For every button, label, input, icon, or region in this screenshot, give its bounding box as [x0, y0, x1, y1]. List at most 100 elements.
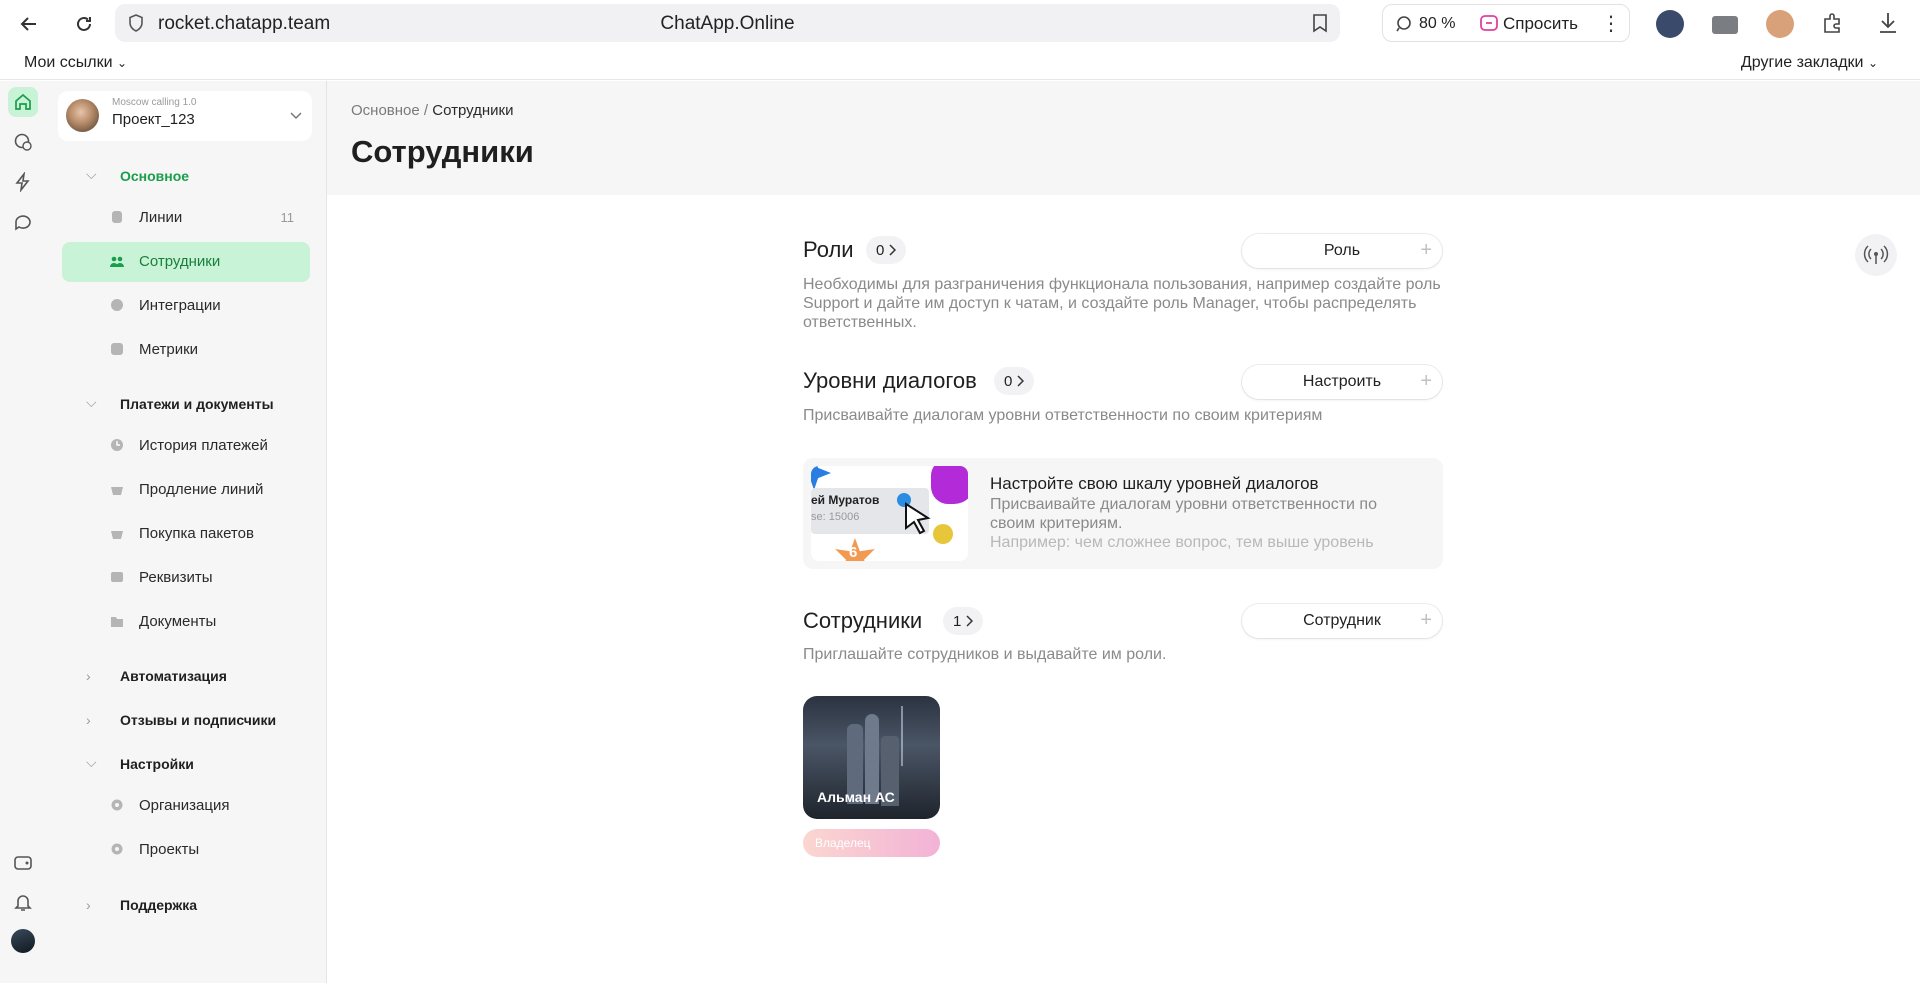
chevron-down-icon[interactable]: ⌵	[86, 166, 97, 183]
lines-count: 11	[280, 210, 295, 225]
promo-description: Присваивайте диалогам уровни ответственн…	[990, 496, 1377, 532]
ask-ai-icon[interactable]	[1479, 14, 1499, 39]
wallet-icon[interactable]	[8, 847, 38, 877]
download-icon[interactable]	[1877, 11, 1899, 40]
illustration-sub: se: 15006	[811, 511, 860, 523]
extension-cursor-icon[interactable]	[1656, 10, 1684, 38]
promo-illustration: ей Муратов se: 15006 6	[811, 466, 968, 561]
blue-star-decoration	[811, 466, 831, 490]
notifications-icon[interactable]	[8, 887, 38, 917]
yellow-gear-decoration	[933, 524, 953, 544]
light-beam	[901, 706, 903, 766]
address-bar[interactable]: rocket.chatapp.team ChatApp.Online	[115, 4, 1340, 42]
owner-badge-label: Владелец	[815, 836, 871, 850]
home-icon[interactable]	[8, 87, 38, 117]
cursor-icon	[905, 502, 931, 535]
project-name: Проект_123	[112, 111, 195, 128]
project-switcher[interactable]: Moscow calling 1.0 Проект_123	[58, 91, 312, 141]
plus-icon: +	[1420, 370, 1432, 392]
ask-button[interactable]: Спросить	[1503, 14, 1578, 34]
roles-description: Необходимы для разграничения функционала…	[803, 276, 1441, 331]
lightning-icon[interactable]	[8, 167, 38, 197]
sidebar-item-requisites[interactable]: Реквизиты	[62, 558, 310, 598]
chats-icon[interactable]	[8, 127, 38, 157]
levels-count-pill[interactable]: 0	[994, 367, 1035, 395]
chevron-right-icon[interactable]: ›	[86, 897, 91, 913]
more-menu-icon[interactable]: ⋮	[1601, 11, 1621, 36]
illustration-name: ей Муратов	[811, 493, 880, 507]
add-employee-button[interactable]: Сотрудник +	[1242, 604, 1442, 638]
zoom-level[interactable]: 80 %	[1419, 15, 1455, 33]
levels-promo-card[interactable]: ей Муратов se: 15006 6 Настройте свою шк…	[803, 458, 1443, 569]
broadcast-icon[interactable]	[1855, 234, 1897, 276]
levels-title: Уровни диалогов	[803, 368, 977, 393]
site-info-icon[interactable]	[128, 14, 144, 37]
sidebar-item-label: Линии	[139, 209, 183, 226]
sidebar-item-lines[interactable]: Линии 11	[62, 198, 310, 238]
section-automation[interactable]: Автоматизация	[120, 668, 227, 684]
chevron-right-icon	[966, 615, 974, 627]
chevron-right-icon	[889, 244, 897, 256]
breadcrumb-root[interactable]: Основное	[351, 102, 420, 119]
add-employee-label: Сотрудник	[1303, 612, 1381, 629]
sidebar-item-renew-lines[interactable]: Продление линий	[62, 470, 310, 510]
plus-icon: +	[1420, 239, 1432, 261]
basket-icon	[111, 487, 123, 495]
employees-count: 1	[953, 612, 962, 630]
browser-actions: 80 % Спросить ⋮	[1382, 4, 1630, 42]
extension-puzzle-icon[interactable]	[1821, 11, 1845, 40]
section-support[interactable]: Поддержка	[120, 897, 197, 913]
my-links-folder[interactable]: Мои ссылки ⌄	[24, 54, 127, 72]
sidebar-item-organization[interactable]: Организация	[62, 786, 310, 826]
section-main[interactable]: Основное	[120, 168, 189, 184]
sidebar-item-label: Покупка пакетов	[139, 525, 254, 542]
chevron-down-icon[interactable]: ⌵	[86, 754, 97, 771]
folder-icon	[111, 617, 123, 627]
breadcrumb: Основное / Сотрудники	[351, 102, 514, 119]
project-avatar	[66, 99, 99, 132]
configure-levels-button[interactable]: Настроить +	[1242, 365, 1442, 399]
breadcrumb-separator: /	[419, 102, 433, 119]
users-icon	[110, 256, 124, 267]
back-icon[interactable]	[13, 8, 45, 40]
plus-icon: +	[1420, 609, 1432, 631]
sidebar-item-label: Документы	[139, 613, 217, 630]
sidebar-item-projects[interactable]: Проекты	[62, 830, 310, 870]
project-subtitle: Moscow calling 1.0	[112, 97, 197, 108]
other-bookmarks-folder[interactable]: Другие закладки ⌄	[1741, 54, 1878, 72]
configure-levels-label: Настроить	[1302, 373, 1382, 390]
sidebar-item-employees[interactable]: Сотрудники	[62, 242, 310, 282]
chevron-down-icon[interactable]: ⌵	[86, 394, 97, 411]
sidebar-item-label: Метрики	[139, 341, 199, 358]
extension-gray-icon[interactable]	[1712, 16, 1738, 34]
zoom-icon[interactable]	[1395, 15, 1413, 38]
section-settings[interactable]: Настройки	[120, 756, 194, 772]
chevron-down-icon	[290, 107, 302, 125]
add-role-label: Роль	[1323, 242, 1361, 259]
employees-count-pill[interactable]: 1	[943, 607, 984, 635]
chevron-right-icon[interactable]: ›	[86, 712, 91, 728]
sidebar-item-label: Реквизиты	[139, 569, 213, 586]
breadcrumb-current: Сотрудники	[432, 102, 514, 119]
gear-icon	[111, 843, 123, 855]
sidebar-item-payment-history[interactable]: История платежей	[62, 426, 310, 466]
sidebar-item-label: Организация	[139, 797, 230, 814]
messages-icon[interactable]	[8, 207, 38, 237]
main-content: Основное / Сотрудники Сотрудники Роли 0 …	[327, 81, 1920, 983]
reload-icon[interactable]	[68, 8, 100, 40]
roles-count-pill[interactable]: 0	[866, 236, 907, 264]
sidebar-item-documents[interactable]: Документы	[62, 602, 310, 642]
chevron-right-icon[interactable]: ›	[86, 668, 91, 684]
url-text: rocket.chatapp.team	[158, 13, 331, 34]
section-reviews[interactable]: Отзывы и подписчики	[120, 712, 276, 728]
extension-avatar-icon[interactable]	[1766, 10, 1794, 38]
user-avatar[interactable]	[8, 926, 38, 956]
employee-card[interactable]: Альман АС	[803, 696, 940, 819]
sidebar-item-integrations[interactable]: Интеграции	[62, 286, 310, 326]
add-role-button[interactable]: Роль +	[1242, 234, 1442, 268]
section-payments[interactable]: Платежи и документы	[120, 396, 274, 412]
sidebar-item-metrics[interactable]: Метрики	[62, 330, 310, 370]
sidebar-item-buy-packages[interactable]: Покупка пакетов	[62, 514, 310, 554]
bookmark-icon[interactable]	[1312, 13, 1328, 38]
page-header: Основное / Сотрудники Сотрудники	[327, 81, 1920, 195]
